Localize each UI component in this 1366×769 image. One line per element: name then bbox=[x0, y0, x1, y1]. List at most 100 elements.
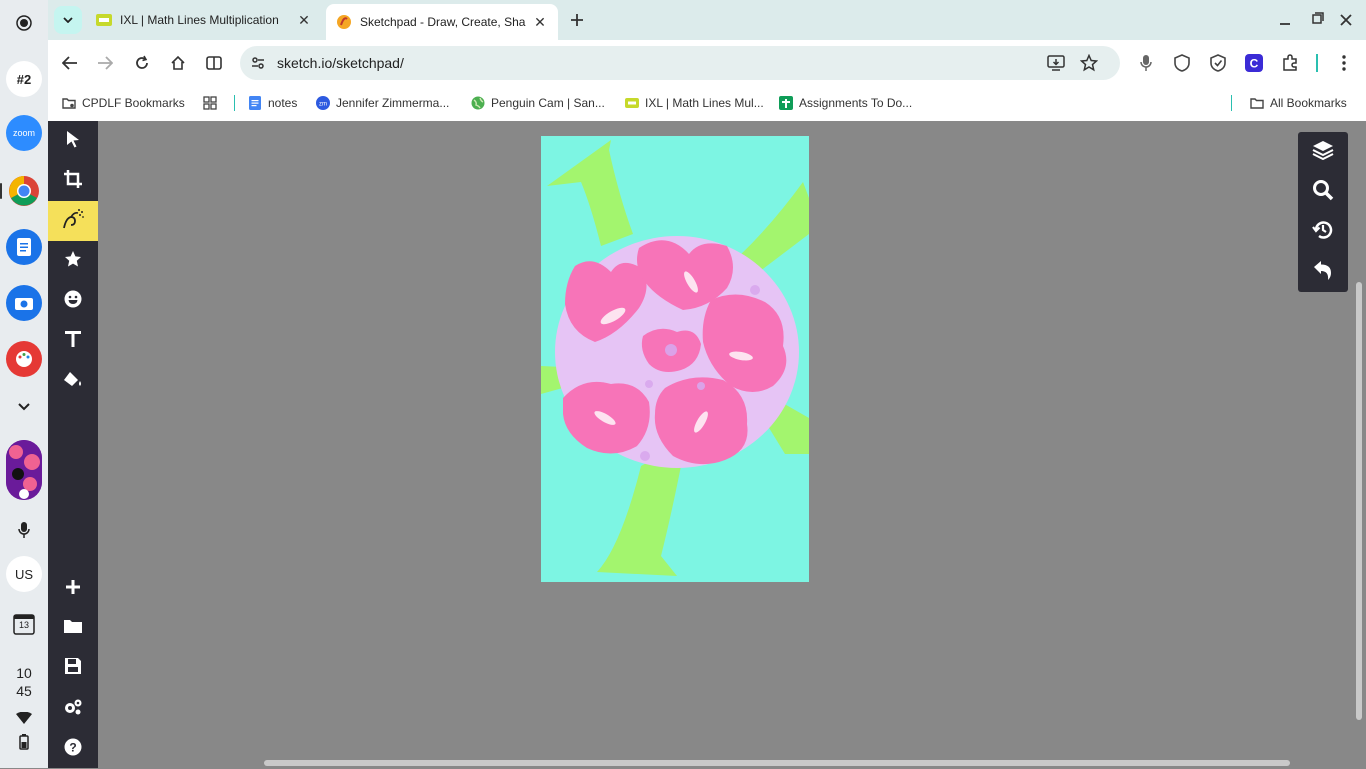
save-disk-icon bbox=[64, 657, 82, 680]
bookmark-star-icon[interactable] bbox=[1079, 53, 1099, 77]
all-bookmarks-button[interactable]: All Bookmarks bbox=[1250, 92, 1347, 114]
text-tool[interactable] bbox=[48, 321, 98, 361]
help-button[interactable]: ? bbox=[48, 729, 98, 769]
folder-icon bbox=[63, 618, 83, 639]
undo-icon bbox=[1312, 259, 1334, 286]
battery-icon[interactable] bbox=[6, 724, 42, 760]
layers-button[interactable] bbox=[1298, 132, 1348, 172]
calendar-icon[interactable]: 13 bbox=[6, 606, 42, 642]
zoom-button[interactable] bbox=[1298, 172, 1348, 212]
classroom-icon bbox=[779, 96, 793, 110]
stamp-tool[interactable] bbox=[48, 241, 98, 281]
tab-strip: IXL | Math Lines Multiplication ✕ Sketch… bbox=[48, 0, 1366, 40]
horizontal-scrollbar[interactable] bbox=[264, 760, 1290, 766]
close-icon[interactable]: ✕ bbox=[532, 14, 548, 31]
shield-icon[interactable] bbox=[1167, 48, 1197, 78]
reload-button[interactable] bbox=[127, 48, 157, 78]
cursor-arrow-icon bbox=[65, 130, 81, 153]
microphone-icon[interactable] bbox=[1131, 48, 1161, 78]
bookmark-ixl[interactable]: IXL | Math Lines Mul... bbox=[625, 92, 764, 114]
clock-minute: 45 bbox=[16, 683, 32, 699]
bookmark-penguin-cam[interactable]: Penguin Cam | San... bbox=[471, 92, 605, 114]
camera-app-icon[interactable] bbox=[6, 285, 42, 321]
new-button[interactable] bbox=[48, 569, 98, 609]
text-icon bbox=[64, 330, 82, 353]
open-button[interactable] bbox=[48, 608, 98, 648]
globe-icon bbox=[471, 96, 485, 110]
history-button[interactable] bbox=[1298, 212, 1348, 252]
emoji-tool[interactable] bbox=[48, 281, 98, 321]
save-button[interactable] bbox=[48, 648, 98, 688]
right-tool-panel bbox=[1298, 132, 1348, 292]
chrome-app-icon[interactable] bbox=[0, 173, 42, 209]
launcher-icon[interactable] bbox=[6, 5, 42, 41]
calendar-day: 13 bbox=[18, 620, 29, 630]
svg-text:?: ? bbox=[69, 740, 76, 754]
bookmark-label: Assignments To Do... bbox=[799, 96, 913, 110]
tool-rail: ? bbox=[48, 121, 98, 768]
address-bar[interactable]: sketch.io/sketchpad/ bbox=[240, 46, 1120, 80]
tab-title: Sketchpad - Draw, Create, Share bbox=[360, 15, 526, 29]
bookmark-assignments[interactable]: Assignments To Do... bbox=[779, 92, 912, 114]
chevron-down-icon[interactable] bbox=[6, 389, 42, 425]
clock[interactable]: 10 45 bbox=[6, 664, 42, 700]
layers-icon bbox=[1312, 140, 1334, 165]
folder-settings-icon bbox=[62, 96, 76, 110]
bookmark-label: Penguin Cam | San... bbox=[491, 96, 605, 110]
shield-check-icon[interactable] bbox=[1203, 48, 1233, 78]
select-tool[interactable] bbox=[48, 121, 98, 161]
minimize-button[interactable] bbox=[1270, 5, 1300, 35]
install-app-icon[interactable] bbox=[1047, 54, 1065, 77]
brush-tool[interactable] bbox=[48, 201, 98, 241]
tab-sketchpad[interactable]: Sketchpad - Draw, Create, Share ✕ bbox=[326, 4, 558, 40]
docs-app-icon[interactable] bbox=[6, 229, 42, 265]
svg-text:zm: zm bbox=[319, 102, 327, 108]
crop-icon bbox=[64, 169, 82, 193]
plus-icon bbox=[65, 579, 81, 600]
tab-search-button[interactable] bbox=[54, 6, 82, 34]
browser-menu-icon[interactable] bbox=[1329, 48, 1359, 78]
extensions-puzzle-icon[interactable] bbox=[1275, 48, 1305, 78]
browser-toolbar: sketch.io/sketchpad/ C bbox=[48, 40, 1366, 86]
bookmark-cpdlf[interactable]: CPDLF Bookmarks bbox=[62, 92, 185, 114]
bookmarks-bar: CPDLF Bookmarks notes zm Jennifer Zimmer… bbox=[48, 86, 1366, 121]
undo-button[interactable] bbox=[1298, 252, 1348, 292]
new-tab-button[interactable] bbox=[562, 5, 592, 35]
crop-tool[interactable] bbox=[48, 161, 98, 201]
close-window-button[interactable] bbox=[1331, 5, 1361, 35]
bookmark-label: CPDLF Bookmarks bbox=[82, 96, 185, 110]
bookmark-notes[interactable]: notes bbox=[248, 92, 297, 114]
desk-badge[interactable]: #2 bbox=[6, 61, 42, 97]
palette-app-icon[interactable] bbox=[6, 341, 42, 377]
all-bookmarks-label: All Bookmarks bbox=[1270, 96, 1347, 110]
extension-c-icon[interactable]: C bbox=[1239, 48, 1269, 78]
split-view-button[interactable] bbox=[199, 48, 229, 78]
help-question-icon: ? bbox=[64, 738, 82, 761]
close-icon[interactable]: ✕ bbox=[296, 12, 312, 29]
apps-grid-icon[interactable] bbox=[203, 92, 217, 114]
restore-button[interactable] bbox=[1303, 3, 1333, 33]
forward-button[interactable] bbox=[90, 48, 120, 78]
microphone-icon[interactable] bbox=[6, 512, 42, 548]
bookmarks-divider bbox=[234, 95, 235, 111]
bookmarks-divider bbox=[1231, 95, 1232, 111]
bookmark-label: IXL | Math Lines Mul... bbox=[645, 96, 764, 110]
bookmark-jennifer[interactable]: zm Jennifer Zimmerma... bbox=[316, 92, 449, 114]
home-button[interactable] bbox=[163, 48, 193, 78]
tab-ixl[interactable]: IXL | Math Lines Multiplication ✕ bbox=[86, 4, 322, 36]
avatar[interactable] bbox=[6, 440, 42, 500]
clock-hour: 10 bbox=[16, 665, 32, 681]
back-button[interactable] bbox=[55, 48, 85, 78]
paint-bucket-icon bbox=[63, 371, 83, 394]
zoom-icon: zm bbox=[316, 96, 330, 110]
flower-drawing bbox=[541, 140, 809, 576]
settings-button[interactable] bbox=[48, 689, 98, 729]
fill-tool[interactable] bbox=[48, 362, 98, 402]
zoom-app-icon[interactable]: zoom bbox=[6, 115, 42, 151]
input-method-badge[interactable]: US bbox=[6, 556, 42, 592]
site-settings-icon[interactable] bbox=[250, 55, 266, 76]
vertical-scrollbar[interactable] bbox=[1356, 282, 1362, 720]
tab-title: IXL | Math Lines Multiplication bbox=[120, 13, 279, 27]
star-icon bbox=[64, 250, 82, 273]
drawing-canvas[interactable] bbox=[541, 136, 809, 582]
